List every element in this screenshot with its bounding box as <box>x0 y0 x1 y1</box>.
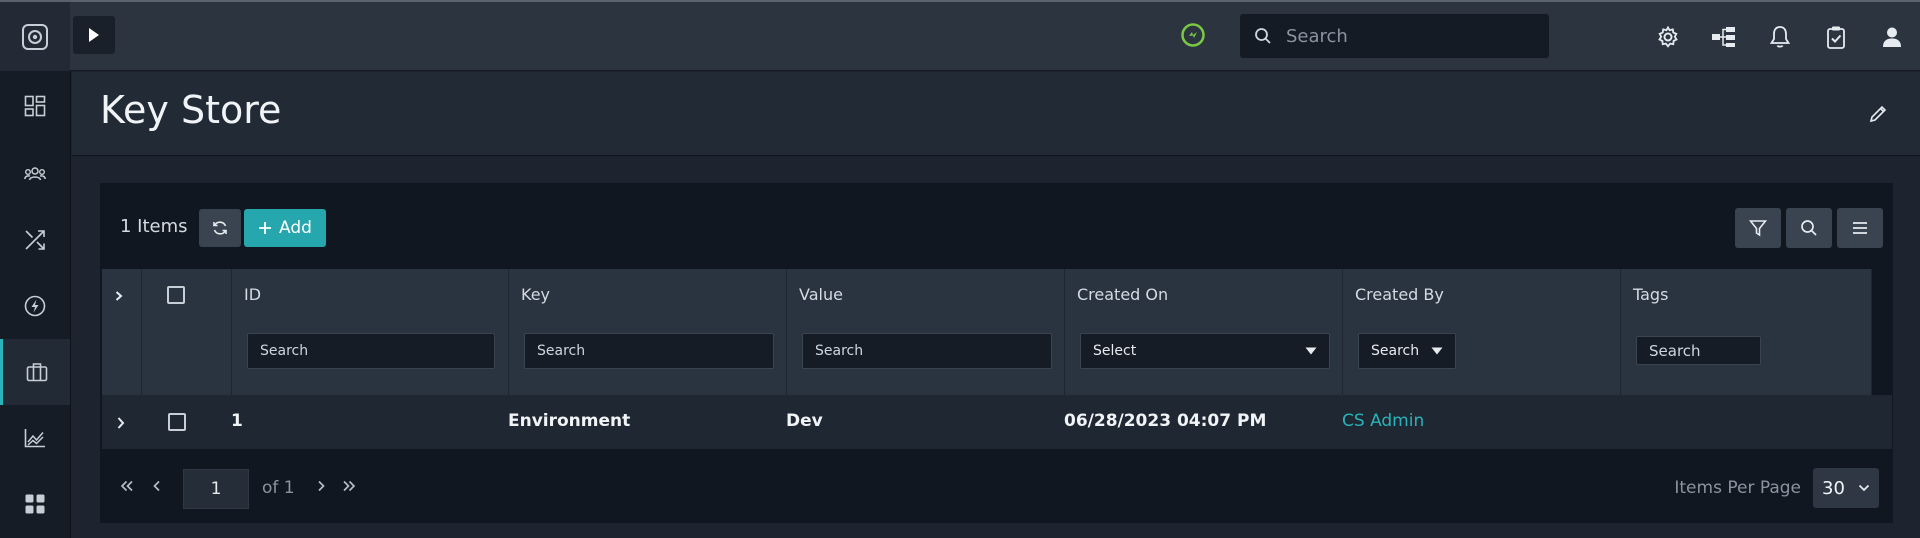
logo-icon <box>22 24 48 50</box>
refresh-icon <box>213 221 227 235</box>
column-title: Tags <box>1633 285 1669 304</box>
created-by-filter-select[interactable]: Search <box>1358 333 1456 369</box>
expand-row-icon[interactable] <box>116 415 126 434</box>
page-header: Key Store <box>72 72 1920 156</box>
filter-icon <box>1749 220 1767 237</box>
pencil-icon <box>1869 105 1887 123</box>
gear-icon <box>1658 25 1678 48</box>
search-icon <box>1801 220 1817 236</box>
sidebar-item-dashboard[interactable] <box>0 71 70 141</box>
people-icon <box>24 167 46 181</box>
sidebar-toggle-button[interactable] <box>73 16 115 54</box>
select-all-checkbox[interactable] <box>167 286 185 304</box>
grid-header: ID Key Value Created On Select Created B… <box>102 269 1872 395</box>
column-menu-button[interactable] <box>1837 208 1883 248</box>
global-search[interactable] <box>1240 14 1549 58</box>
cell-created-on: 06/28/2023 04:07 PM <box>1064 411 1267 431</box>
key-filter-input[interactable] <box>524 333 774 369</box>
select-value: Select <box>1093 343 1137 359</box>
column-title: Key <box>521 285 551 304</box>
sidebar-item-automation[interactable] <box>0 273 70 339</box>
line-chart-icon <box>24 429 45 448</box>
clipboard-check-icon <box>1827 26 1845 49</box>
page-count-text: of 1 <box>262 478 295 498</box>
sidebar-item-people[interactable] <box>0 141 70 207</box>
briefcase-icon <box>26 363 47 382</box>
caret-right-icon <box>89 28 99 42</box>
user-menu-button[interactable] <box>1864 20 1920 54</box>
apps-grid-icon <box>25 494 45 514</box>
first-page-icon[interactable] <box>120 477 134 496</box>
row-checkbox[interactable] <box>168 413 186 431</box>
pagination: of 1 Items Per Page 30 <box>100 449 1893 523</box>
tags-filter-input[interactable] <box>1636 336 1761 365</box>
lightning-icon <box>24 295 46 317</box>
table-row[interactable]: 1 Environment Dev 06/28/2023 04:07 PM CS… <box>102 395 1892 449</box>
next-page-icon[interactable] <box>316 477 326 496</box>
cell-created-by-link[interactable]: CS Admin <box>1342 411 1424 431</box>
cell-key: Environment <box>508 411 631 431</box>
top-bar <box>0 0 1920 72</box>
keystore-grid-panel: 1 Items Add ID Key Value <box>100 183 1893 523</box>
sitemap-icon <box>1712 27 1735 47</box>
prev-page-icon[interactable] <box>152 477 162 496</box>
app-logo[interactable] <box>0 2 70 72</box>
column-title: ID <box>244 285 262 304</box>
edit-button[interactable] <box>1864 100 1892 128</box>
user-icon <box>1883 27 1901 47</box>
column-id: ID <box>232 269 509 395</box>
cell-value: Dev <box>786 411 823 431</box>
column-title: Created On <box>1077 285 1169 304</box>
hierarchy-button[interactable] <box>1696 20 1752 54</box>
items-per-page-label: Items Per Page <box>1674 478 1801 498</box>
refresh-button[interactable] <box>199 209 241 247</box>
id-filter-input[interactable] <box>247 333 495 369</box>
add-button-label: Add <box>279 218 312 238</box>
item-count: 1 Items <box>120 216 188 237</box>
connection-status-icon[interactable] <box>1180 22 1206 48</box>
page-number-input[interactable] <box>183 469 249 509</box>
menu-icon <box>1853 222 1867 234</box>
items-per-page-select[interactable]: 30 <box>1813 468 1879 508</box>
select-value: Search <box>1371 343 1420 359</box>
cell-id: 1 <box>231 411 243 431</box>
column-key: Key <box>509 269 787 395</box>
column-created-on: Created On Select <box>1065 269 1343 395</box>
bell-icon <box>1769 26 1791 48</box>
notifications-button[interactable] <box>1752 20 1808 54</box>
dashboard-icon <box>24 95 46 117</box>
created-on-filter-select[interactable]: Select <box>1080 333 1330 369</box>
last-page-icon[interactable] <box>342 477 356 496</box>
caret-down-icon <box>1431 347 1443 355</box>
column-title: Created By <box>1355 285 1444 304</box>
filter-button[interactable] <box>1735 208 1781 248</box>
add-button[interactable]: Add <box>244 209 326 247</box>
shuffle-icon <box>25 230 45 250</box>
value-filter-input[interactable] <box>802 333 1052 369</box>
items-per-page-value: 30 <box>1822 477 1845 499</box>
tasks-button[interactable] <box>1808 20 1864 54</box>
column-value: Value <box>787 269 1065 395</box>
sidebar-item-apps[interactable] <box>0 471 70 537</box>
column-tags: Tags <box>1621 269 1872 395</box>
chevron-right-icon[interactable] <box>114 287 124 306</box>
column-title: Value <box>799 285 843 304</box>
select-all-column <box>142 269 232 395</box>
search-icon <box>1240 27 1286 45</box>
page-title: Key Store <box>100 88 282 132</box>
sidebar-item-keystore[interactable] <box>0 339 70 405</box>
global-search-input[interactable] <box>1286 25 1526 47</box>
grid-search-button[interactable] <box>1786 208 1832 248</box>
chevron-down-icon <box>1858 484 1870 492</box>
caret-down-icon <box>1305 347 1317 355</box>
plus-icon <box>259 222 272 234</box>
sidebar-item-reports[interactable] <box>0 405 70 471</box>
sidebar-item-workflows[interactable] <box>0 207 70 273</box>
column-created-by: Created By Search <box>1343 269 1621 395</box>
sidebar <box>0 71 71 538</box>
expand-all-column <box>102 269 142 395</box>
settings-button[interactable] <box>1640 20 1696 54</box>
